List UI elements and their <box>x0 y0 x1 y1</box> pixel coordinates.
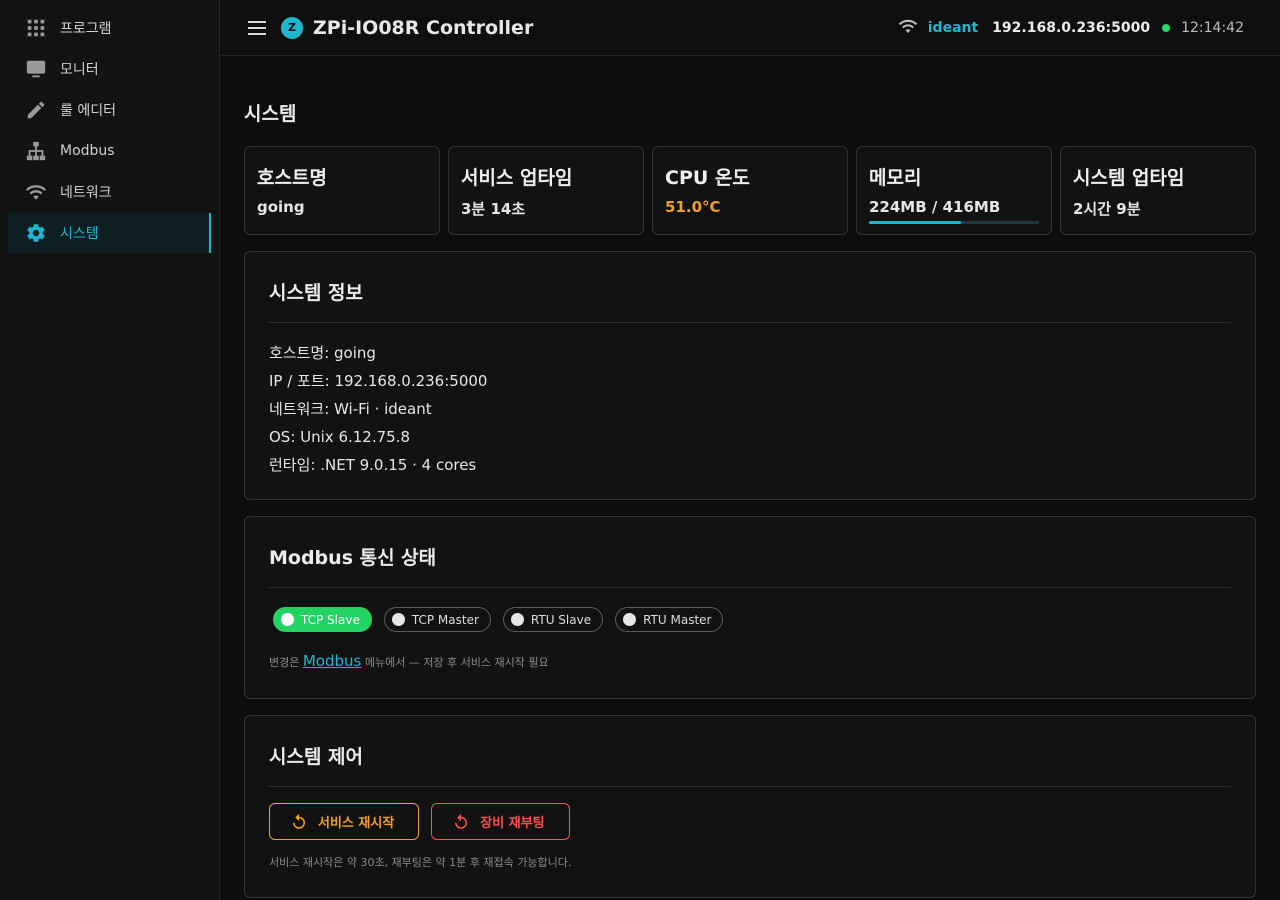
system-info-list: 호스트명: going IP / 포트: 192.168.0.236:5000 … <box>269 323 1231 499</box>
sidebar-item-label: 모니터 <box>60 62 99 78</box>
sidebar-item-program[interactable]: 프로그램 <box>8 8 211 48</box>
button-label: 장비 재부팅 <box>480 816 545 831</box>
sidebar-item-rule-editor[interactable]: 룰 에디터 <box>8 90 211 130</box>
sidebar: 프로그램 모니터 룰 에디터 Modbus 네트워크 시스템 <box>0 0 220 900</box>
chip-label: TCP Slave <box>301 612 360 627</box>
sidebar-item-modbus[interactable]: Modbus <box>8 131 211 171</box>
grid-icon <box>25 17 47 39</box>
restart-service-button[interactable]: 서비스 재시작 <box>269 803 420 840</box>
card-title: 시스템 제어 <box>269 716 1231 787</box>
stat-card-hostname: 호스트명 going <box>244 146 440 235</box>
stat-label: 호스트명 <box>257 167 327 189</box>
stat-cards: 호스트명 going 서비스 업타임 3분 14초 CPU 온도 51.0°C … <box>244 146 1256 235</box>
chip-label: TCP Master <box>411 612 479 627</box>
chip-label: RTU Slave <box>530 612 592 627</box>
wifi-ssid: ideant <box>927 19 979 36</box>
stat-card-memory: 메모리 224MB / 416MB <box>856 146 1052 235</box>
sidebar-item-label: 프로그램 <box>60 21 112 37</box>
system-info-card: 시스템 정보 호스트명: going IP / 포트: 192.168.0.23… <box>244 251 1256 500</box>
stat-label: CPU 온도 <box>665 167 750 189</box>
pencil-icon <box>25 99 47 121</box>
button-label: 서비스 재시작 <box>318 816 395 831</box>
reboot-device-button[interactable]: 장비 재부팅 <box>431 803 570 840</box>
sidebar-item-label: 시스템 <box>60 226 99 242</box>
main-content: 시스템 호스트명 going 서비스 업타임 3분 14초 CPU 온도 51.… <box>244 56 1256 898</box>
chip-tcp-master[interactable]: TCP Master <box>383 607 491 632</box>
wifi-icon <box>25 181 47 203</box>
stat-card-service-uptime: 서비스 업타임 3분 14초 <box>448 146 644 235</box>
page-title: 시스템 <box>244 103 297 125</box>
system-control-card: 시스템 제어 서비스 재시작 장비 재부팅 서비스 재시작은 약 30초, 재부… <box>244 715 1256 898</box>
sidebar-item-label: 네트워크 <box>60 185 112 201</box>
stat-value: going <box>257 198 305 216</box>
chip-rtu-slave[interactable]: RTU Slave <box>502 607 604 632</box>
gear-icon <box>25 222 47 244</box>
stat-label: 시스템 업타임 <box>1073 167 1185 189</box>
sidebar-item-monitor[interactable]: 모니터 <box>8 49 211 89</box>
control-note: 서비스 재시작은 약 30초, 재부팅은 약 1분 후 재접속 가능합니다. <box>269 856 572 869</box>
toggle-knob <box>623 613 637 626</box>
info-line: IP / 포트: 192.168.0.236:5000 <box>269 372 488 390</box>
chip-rtu-master[interactable]: RTU Master <box>615 607 724 632</box>
top-bar: Z ZPi-IO08R Controller ideant 192.168.0.… <box>221 0 1280 56</box>
memory-usage-fill <box>869 221 961 224</box>
stat-card-cpu-temp: CPU 온도 51.0°C <box>652 146 848 235</box>
wifi-signal-icon <box>898 16 918 40</box>
hamburger-menu-icon[interactable] <box>245 16 269 40</box>
hint-suffix: 메뉴에서 — 저장 후 서비스 재시작 필요 <box>361 656 549 669</box>
stat-card-system-uptime: 시스템 업타임 2시간 9분 <box>1060 146 1256 235</box>
app-logo: Z <box>281 16 303 39</box>
stat-value: 2시간 9분 <box>1073 200 1141 218</box>
info-line: 런타임: .NET 9.0.15 · 4 cores <box>269 456 477 474</box>
modbus-chip-group: TCP Slave TCP Master RTU Slave RTU Maste… <box>269 588 1231 632</box>
clock: 12:14:42 <box>1181 19 1244 36</box>
monitor-icon <box>25 58 47 80</box>
card-title: Modbus 통신 상태 <box>269 517 1231 588</box>
control-buttons: 서비스 재시작 장비 재부팅 <box>269 787 1231 840</box>
restart-icon <box>293 813 305 829</box>
toggle-knob <box>510 613 524 626</box>
connection-status: ideant 192.168.0.236:5000 12:14:42 <box>898 16 1244 40</box>
modbus-settings-link[interactable]: Modbus <box>303 652 361 670</box>
info-line: 네트워크: Wi-Fi · ideant <box>269 400 432 418</box>
memory-usage-bar <box>869 221 1039 224</box>
chip-tcp-slave[interactable]: TCP Slave <box>273 607 372 632</box>
card-title: 시스템 정보 <box>269 252 1231 323</box>
reboot-icon <box>455 813 468 829</box>
modbus-status-card: Modbus 통신 상태 TCP Slave TCP Master RTU Sl… <box>244 516 1256 699</box>
info-line: OS: Unix 6.12.75.8 <box>269 428 411 446</box>
stat-value: 224MB / 416MB <box>869 198 1001 216</box>
toggle-knob <box>391 613 405 626</box>
modbus-hint: 변경은 Modbus 메뉴에서 — 저장 후 서비스 재시작 필요 <box>269 632 1231 698</box>
hierarchy-icon <box>25 140 47 162</box>
toggle-knob <box>281 613 294 626</box>
sidebar-item-label: Modbus <box>60 143 115 159</box>
stat-label: 메모리 <box>869 167 922 189</box>
sidebar-item-label: 룰 에디터 <box>60 103 116 119</box>
chip-label: RTU Master <box>643 612 712 627</box>
device-address: 192.168.0.236:5000 <box>992 19 1151 36</box>
sidebar-item-network[interactable]: 네트워크 <box>8 172 211 212</box>
hint-prefix: 변경은 <box>269 656 303 669</box>
info-line: 호스트명: going <box>269 344 376 362</box>
sidebar-item-system[interactable]: 시스템 <box>8 213 211 253</box>
app-title: ZPi-IO08R Controller <box>313 16 534 39</box>
stat-value: 51.0°C <box>665 198 721 216</box>
stat-value: 3분 14초 <box>461 200 526 218</box>
stat-label: 서비스 업타임 <box>461 167 573 189</box>
online-status-dot <box>1162 23 1171 32</box>
